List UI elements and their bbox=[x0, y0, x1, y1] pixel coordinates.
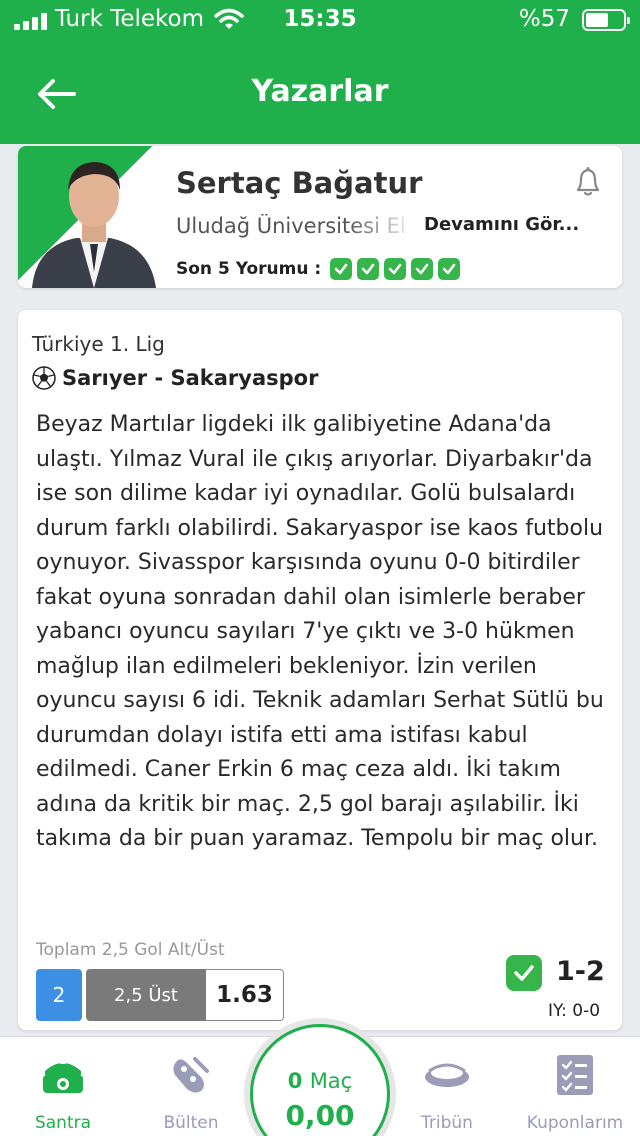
check-icon bbox=[411, 258, 434, 280]
match-title: Sarıyer - Sakaryaspor bbox=[32, 366, 318, 390]
battery-percent: %57 bbox=[518, 6, 570, 32]
nav-label: Kuponlarım bbox=[526, 1113, 624, 1133]
stadium-icon bbox=[425, 1063, 469, 1087]
soccer-ball-icon bbox=[32, 366, 56, 390]
battery-icon bbox=[582, 9, 630, 31]
half-time-score: IY: 0-0 bbox=[548, 1001, 601, 1021]
last5-results: Son 5 Yorumu : bbox=[176, 258, 461, 280]
bet-selection[interactable]: 2,5 Üst bbox=[86, 969, 206, 1021]
match-score: 1-2 bbox=[556, 956, 605, 987]
league-name: Türkiye 1. Lig bbox=[32, 332, 165, 356]
comment-text: Beyaz Martılar ligdeki ilk galibiyetine … bbox=[36, 412, 604, 851]
nav-item-bulten[interactable]: Bülten bbox=[136, 1037, 246, 1136]
coupon-count-value: 0 bbox=[287, 1069, 303, 1093]
bet-type: Toplam 2,5 Gol Alt/Üst bbox=[36, 940, 225, 960]
nav-label: Bülten bbox=[163, 1113, 219, 1133]
nav-item-santra[interactable]: Santra bbox=[8, 1037, 118, 1136]
nav-item-kuponlarim[interactable]: Kuponlarım bbox=[520, 1037, 630, 1136]
author-photo bbox=[18, 146, 168, 288]
bell-icon[interactable] bbox=[570, 164, 606, 200]
check-icon bbox=[357, 258, 380, 280]
bet-row: 2 2,5 Üst 1.63 bbox=[36, 969, 284, 1021]
coupon-count-unit: Maç bbox=[309, 1069, 353, 1093]
author-name: Sertaç Bağatur bbox=[176, 166, 423, 200]
last5-label: Son 5 Yorumu : bbox=[176, 259, 322, 279]
comment-card: Türkiye 1. Lig Sarıyer - Sakaryaspor Bey… bbox=[18, 310, 622, 1030]
coupon-list-icon bbox=[557, 1055, 593, 1095]
read-more-link[interactable]: Devamını Gör... bbox=[424, 214, 579, 235]
whistle-icon bbox=[43, 1058, 83, 1093]
page-title: Yazarlar bbox=[251, 74, 389, 109]
last5-checks bbox=[330, 258, 461, 280]
author-description: Uludağ Üniversitesi El bbox=[176, 214, 416, 238]
bet-odd[interactable]: 1.63 bbox=[206, 969, 284, 1021]
match-teams: Sarıyer - Sakaryaspor bbox=[62, 366, 319, 390]
nav-label: Santra bbox=[34, 1113, 92, 1133]
result-check-icon bbox=[506, 955, 542, 991]
check-icon bbox=[438, 258, 461, 280]
bet-number-badge: 2 bbox=[36, 969, 82, 1021]
top-bar: Turk Telekom 15:35 %57 Yazarlar bbox=[0, 0, 640, 144]
coupon-amount: 0,00 bbox=[285, 1099, 355, 1132]
author-card[interactable]: Sertaç Bağatur Uludağ Üniversitesi El De… bbox=[18, 146, 622, 288]
nav-item-tribun[interactable]: Tribün bbox=[392, 1037, 502, 1136]
coupon-count: 0 Maç bbox=[253, 1069, 387, 1093]
status-bar: Turk Telekom 15:35 %57 bbox=[0, 0, 640, 40]
check-icon bbox=[330, 258, 353, 280]
check-icon bbox=[384, 258, 407, 280]
nav-label: Tribün bbox=[421, 1113, 473, 1133]
bulletin-icon bbox=[173, 1057, 209, 1093]
